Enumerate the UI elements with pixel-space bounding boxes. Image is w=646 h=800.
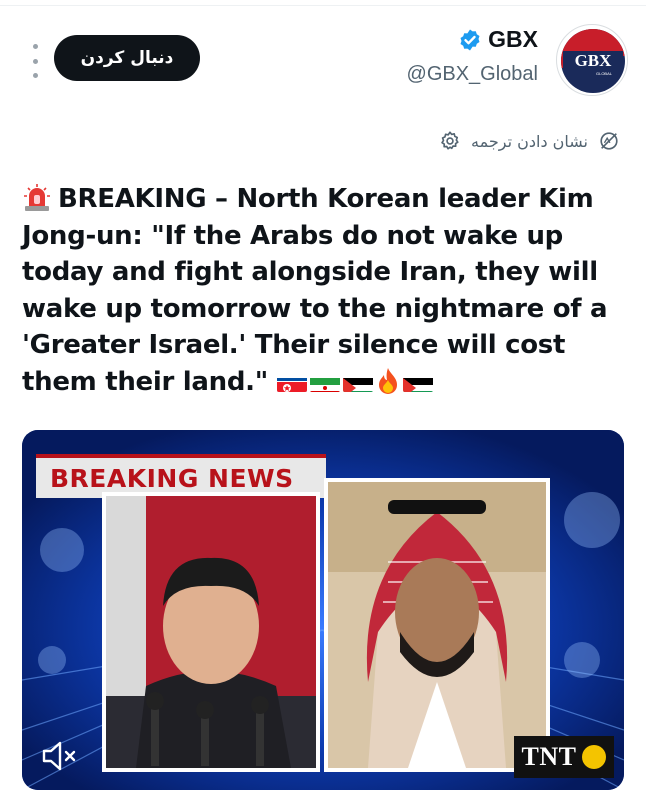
translate-row[interactable]: نشان دادن ترجمه <box>433 130 620 152</box>
author-info[interactable]: GBX @GBX_Global <box>407 26 538 86</box>
show-translation-link[interactable]: نشان دادن ترجمه <box>471 132 588 151</box>
flag-palestine-icon <box>342 372 373 392</box>
author-handle[interactable]: @GBX_Global <box>407 63 538 86</box>
tnt-watermark: TNT <box>514 736 614 778</box>
photo-right <box>324 478 550 772</box>
avatar[interactable]: GBX GLOBAL <box>556 24 628 96</box>
avatar-logo-text: GBX <box>575 51 613 70</box>
post-text-body: BREAKING – North Korean leader Kim Jong-… <box>22 184 608 397</box>
photo-left <box>102 492 320 772</box>
photo-left-image <box>106 496 316 768</box>
tnt-watermark-text: TNT <box>521 742 577 771</box>
gear-icon[interactable] <box>439 130 461 152</box>
top-divider <box>0 0 646 6</box>
avatar-logo-subtext: GLOBAL <box>596 71 613 76</box>
flag-iran-icon <box>309 372 340 392</box>
post-media-video[interactable]: BREAKING NEWS TNT <box>22 430 624 790</box>
police-siren-icon <box>24 184 50 211</box>
gbx-logo: GBX GLOBAL <box>559 27 627 95</box>
flag-palestine-icon <box>402 372 433 392</box>
author-display-name[interactable]: GBX <box>407 26 538 53</box>
tnt-logo-icon <box>582 745 607 769</box>
flag-north-korea-icon <box>276 372 307 392</box>
post-text: BREAKING – North Korean leader Kim Jong-… <box>22 181 626 400</box>
more-options-icon[interactable] <box>30 44 40 78</box>
mute-icon[interactable] <box>40 738 80 774</box>
verified-badge-icon <box>460 29 480 50</box>
translate-icon <box>600 132 618 150</box>
follow-button[interactable]: دنبال کردن <box>54 35 200 81</box>
photo-right-image <box>328 482 546 768</box>
display-name-text: GBX <box>488 26 538 52</box>
fire-icon <box>378 367 397 394</box>
breaking-news-text: BREAKING NEWS <box>50 463 294 493</box>
